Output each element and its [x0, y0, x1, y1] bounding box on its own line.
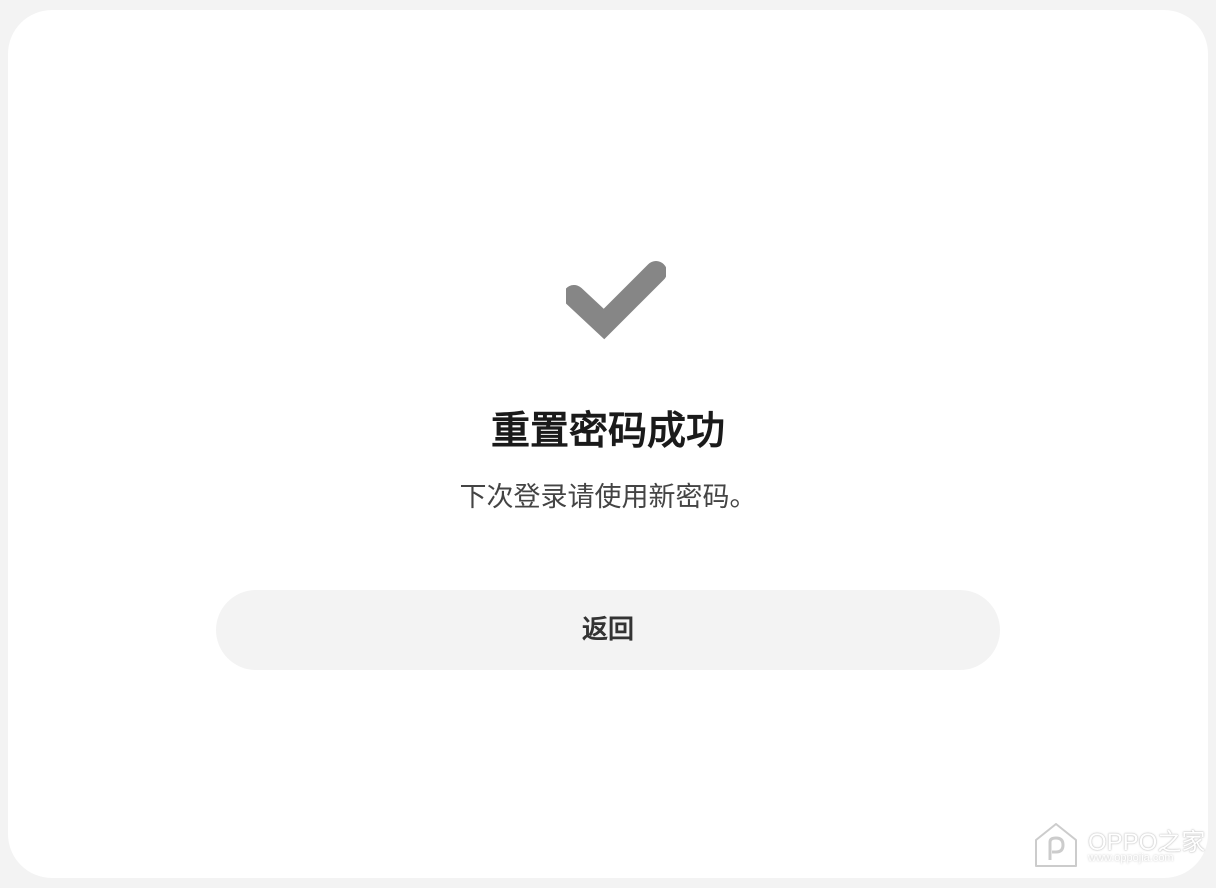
page-title: 重置密码成功: [490, 409, 725, 454]
success-message: 下次登录请使用新密码。: [459, 482, 757, 513]
checkmark-icon: [566, 261, 666, 340]
watermark-url: www.oppojia.com: [1088, 852, 1174, 864]
house-logo-icon: [1035, 823, 1077, 867]
reset-success-card: 重置密码成功 下次登录请使用新密码。 返回: [8, 10, 1208, 878]
back-button[interactable]: 返回: [216, 590, 1000, 670]
watermark: OPPO之家 www.oppojia.com: [1032, 818, 1208, 874]
